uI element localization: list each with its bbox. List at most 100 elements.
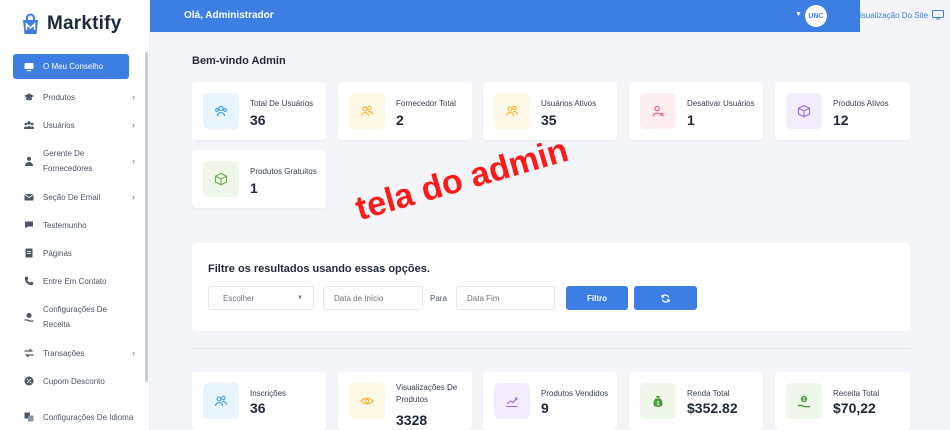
to-label: Para <box>430 294 447 303</box>
stat-value: 2 <box>396 112 404 128</box>
users-icon <box>203 93 239 129</box>
envelope-icon <box>24 192 34 202</box>
stat-value: 1 <box>250 180 258 196</box>
logo[interactable]: Marktify <box>0 0 149 48</box>
stat-label: Produtos Gratuitos <box>250 167 317 176</box>
filter-title: Filtre os resultados usando essas opções… <box>208 263 430 275</box>
sidebar-item-dashboard[interactable]: O Meu Conselho <box>13 54 129 79</box>
sidebar-item-products[interactable]: Produtos › <box>0 83 149 111</box>
sidebar-item-users[interactable]: Usuários › <box>0 111 149 139</box>
sidebar-item-label: Cupom Desconto <box>43 376 105 386</box>
refresh-button[interactable] <box>634 286 697 310</box>
user-x-icon <box>640 93 676 129</box>
sidebar-scrollbar[interactable] <box>145 52 148 382</box>
chevron-right-icon: › <box>132 120 135 130</box>
stat-value: 1 <box>687 112 695 128</box>
stat-label: Visualizações De Produtos <box>396 383 458 404</box>
hand-dollar-icon <box>24 312 34 322</box>
sidebar-item-transactions[interactable]: Transações › <box>0 339 149 367</box>
end-date-input[interactable] <box>456 286 555 310</box>
coupon-icon <box>24 376 34 386</box>
avatar[interactable]: UNC <box>805 5 827 27</box>
chart-icon <box>494 383 530 419</box>
sidebar-item-label: Testemunho <box>43 220 87 230</box>
shopping-bag-icon <box>23 13 38 34</box>
sidebar-item-label: Configurações De Idioma <box>43 412 134 422</box>
stat-value: 9 <box>541 400 549 416</box>
sidebar-item-language-settings[interactable]: Configurações De Idioma <box>0 395 149 430</box>
user-group-icon <box>494 93 530 129</box>
sidebar-item-label: Produtos <box>43 92 76 102</box>
monitor-icon <box>24 62 34 72</box>
svg-text:$: $ <box>803 397 806 403</box>
sidebar-item-revenue-settings[interactable]: Configurações De Receita <box>0 295 149 339</box>
greeting-text: Olá, Administrador <box>184 10 274 21</box>
stat-label: Usuários Ativos <box>541 99 597 108</box>
sidebar-item-pages[interactable]: Páginas <box>0 239 149 267</box>
sidebar-item-label: Gerente De Fornecedores <box>43 149 93 173</box>
page-icon <box>24 248 34 258</box>
stat-value: 36 <box>250 112 266 128</box>
select-value: Escolher <box>223 294 255 303</box>
stat-value: 12 <box>833 112 849 128</box>
stat-card-total-users: Total De Usuários 36 <box>192 82 326 140</box>
start-date-input[interactable] <box>323 286 423 310</box>
sidebar-item-coupon[interactable]: Cupom Desconto <box>0 367 149 395</box>
stat-label: Produtos Vendidos <box>541 389 609 398</box>
filter-button[interactable]: Filtro <box>566 286 628 310</box>
stat-card-total-revenue: $ Receita Total $70,22 <box>775 372 910 430</box>
stat-label: Produtos Ativos <box>833 99 889 108</box>
caret-down-icon[interactable]: ▼ <box>795 11 802 18</box>
sidebar-item-label: O Meu Conselho <box>43 62 104 71</box>
user-group-icon <box>203 383 239 419</box>
box-icon <box>786 93 822 129</box>
stat-value: 36 <box>250 400 266 416</box>
stat-value: 35 <box>541 112 557 128</box>
user-group-icon <box>349 93 385 129</box>
chevron-right-icon: › <box>132 92 135 102</box>
stat-label: Inscrições <box>250 389 287 398</box>
sidebar-item-label: Configurações De Receita <box>43 305 108 329</box>
page-title: Bem-vindo Admin <box>192 55 286 67</box>
stat-card-deactivated-users: Desativar Usuários 1 <box>629 82 763 140</box>
monitor-icon[interactable] <box>932 10 944 20</box>
phone-icon <box>24 276 34 286</box>
chevron-right-icon: › <box>132 192 135 202</box>
sidebar-item-contact[interactable]: Entre Em Contato <box>0 267 149 295</box>
sidebar-item-testimonial[interactable]: Testemunho <box>0 211 149 239</box>
money-bag-icon: $ <box>640 383 676 419</box>
stat-label: Receita Total <box>833 389 880 398</box>
stat-value: 3328 <box>396 412 428 428</box>
sidebar-item-vendor-manager[interactable]: Gerente De Fornecedores › <box>0 139 149 183</box>
stat-card-total-income: $ Renda Total $352.82 <box>629 372 763 430</box>
sidebar-item-label: Usuários <box>43 120 75 130</box>
stat-card-active-products: Produtos Ativos 12 <box>775 82 910 140</box>
stat-card-subscriptions: Inscrições 36 <box>192 372 326 430</box>
filter-card: Filtre os resultados usando essas opções… <box>192 243 910 331</box>
eye-icon <box>349 383 385 419</box>
sidebar-item-label: Entre Em Contato <box>43 276 107 286</box>
top-bar: Olá, Administrador ▼ UNC <box>150 0 860 32</box>
app-name: Marktify <box>47 13 122 34</box>
stat-card-product-views: Visualizações De Produtos 3328 <box>338 372 472 430</box>
annotation-overlay: tela do admin <box>351 131 573 229</box>
stat-label: Desativar Usuários <box>687 99 755 108</box>
chevron-right-icon: › <box>132 348 135 358</box>
stat-card-total-vendors: Fornecedor Total 2 <box>338 82 472 140</box>
user-tie-icon <box>24 156 34 166</box>
stat-label: Total De Usuários <box>250 99 314 108</box>
stat-card-active-users: Usuários Ativos 35 <box>483 82 617 140</box>
graduation-cap-icon <box>24 92 34 102</box>
sidebar-item-label: Transações <box>43 348 85 358</box>
users-icon <box>24 120 34 130</box>
filter-select[interactable]: Escolher ▼ <box>208 286 314 310</box>
stat-label: Fornecedor Total <box>396 99 456 108</box>
view-site-link[interactable]: isualização Do Site <box>860 11 928 20</box>
caret-down-icon: ▼ <box>297 295 303 301</box>
stat-card-free-products: Produtos Gratuitos 1 <box>192 150 326 208</box>
stat-value: $352.82 <box>687 400 738 416</box>
sidebar-nav: O Meu Conselho Produtos › Usuários › Ger… <box>0 54 149 430</box>
chevron-right-icon: › <box>132 155 135 166</box>
svg-text:$: $ <box>657 401 660 407</box>
sidebar-item-email-section[interactable]: Seção De Email › <box>0 183 149 211</box>
